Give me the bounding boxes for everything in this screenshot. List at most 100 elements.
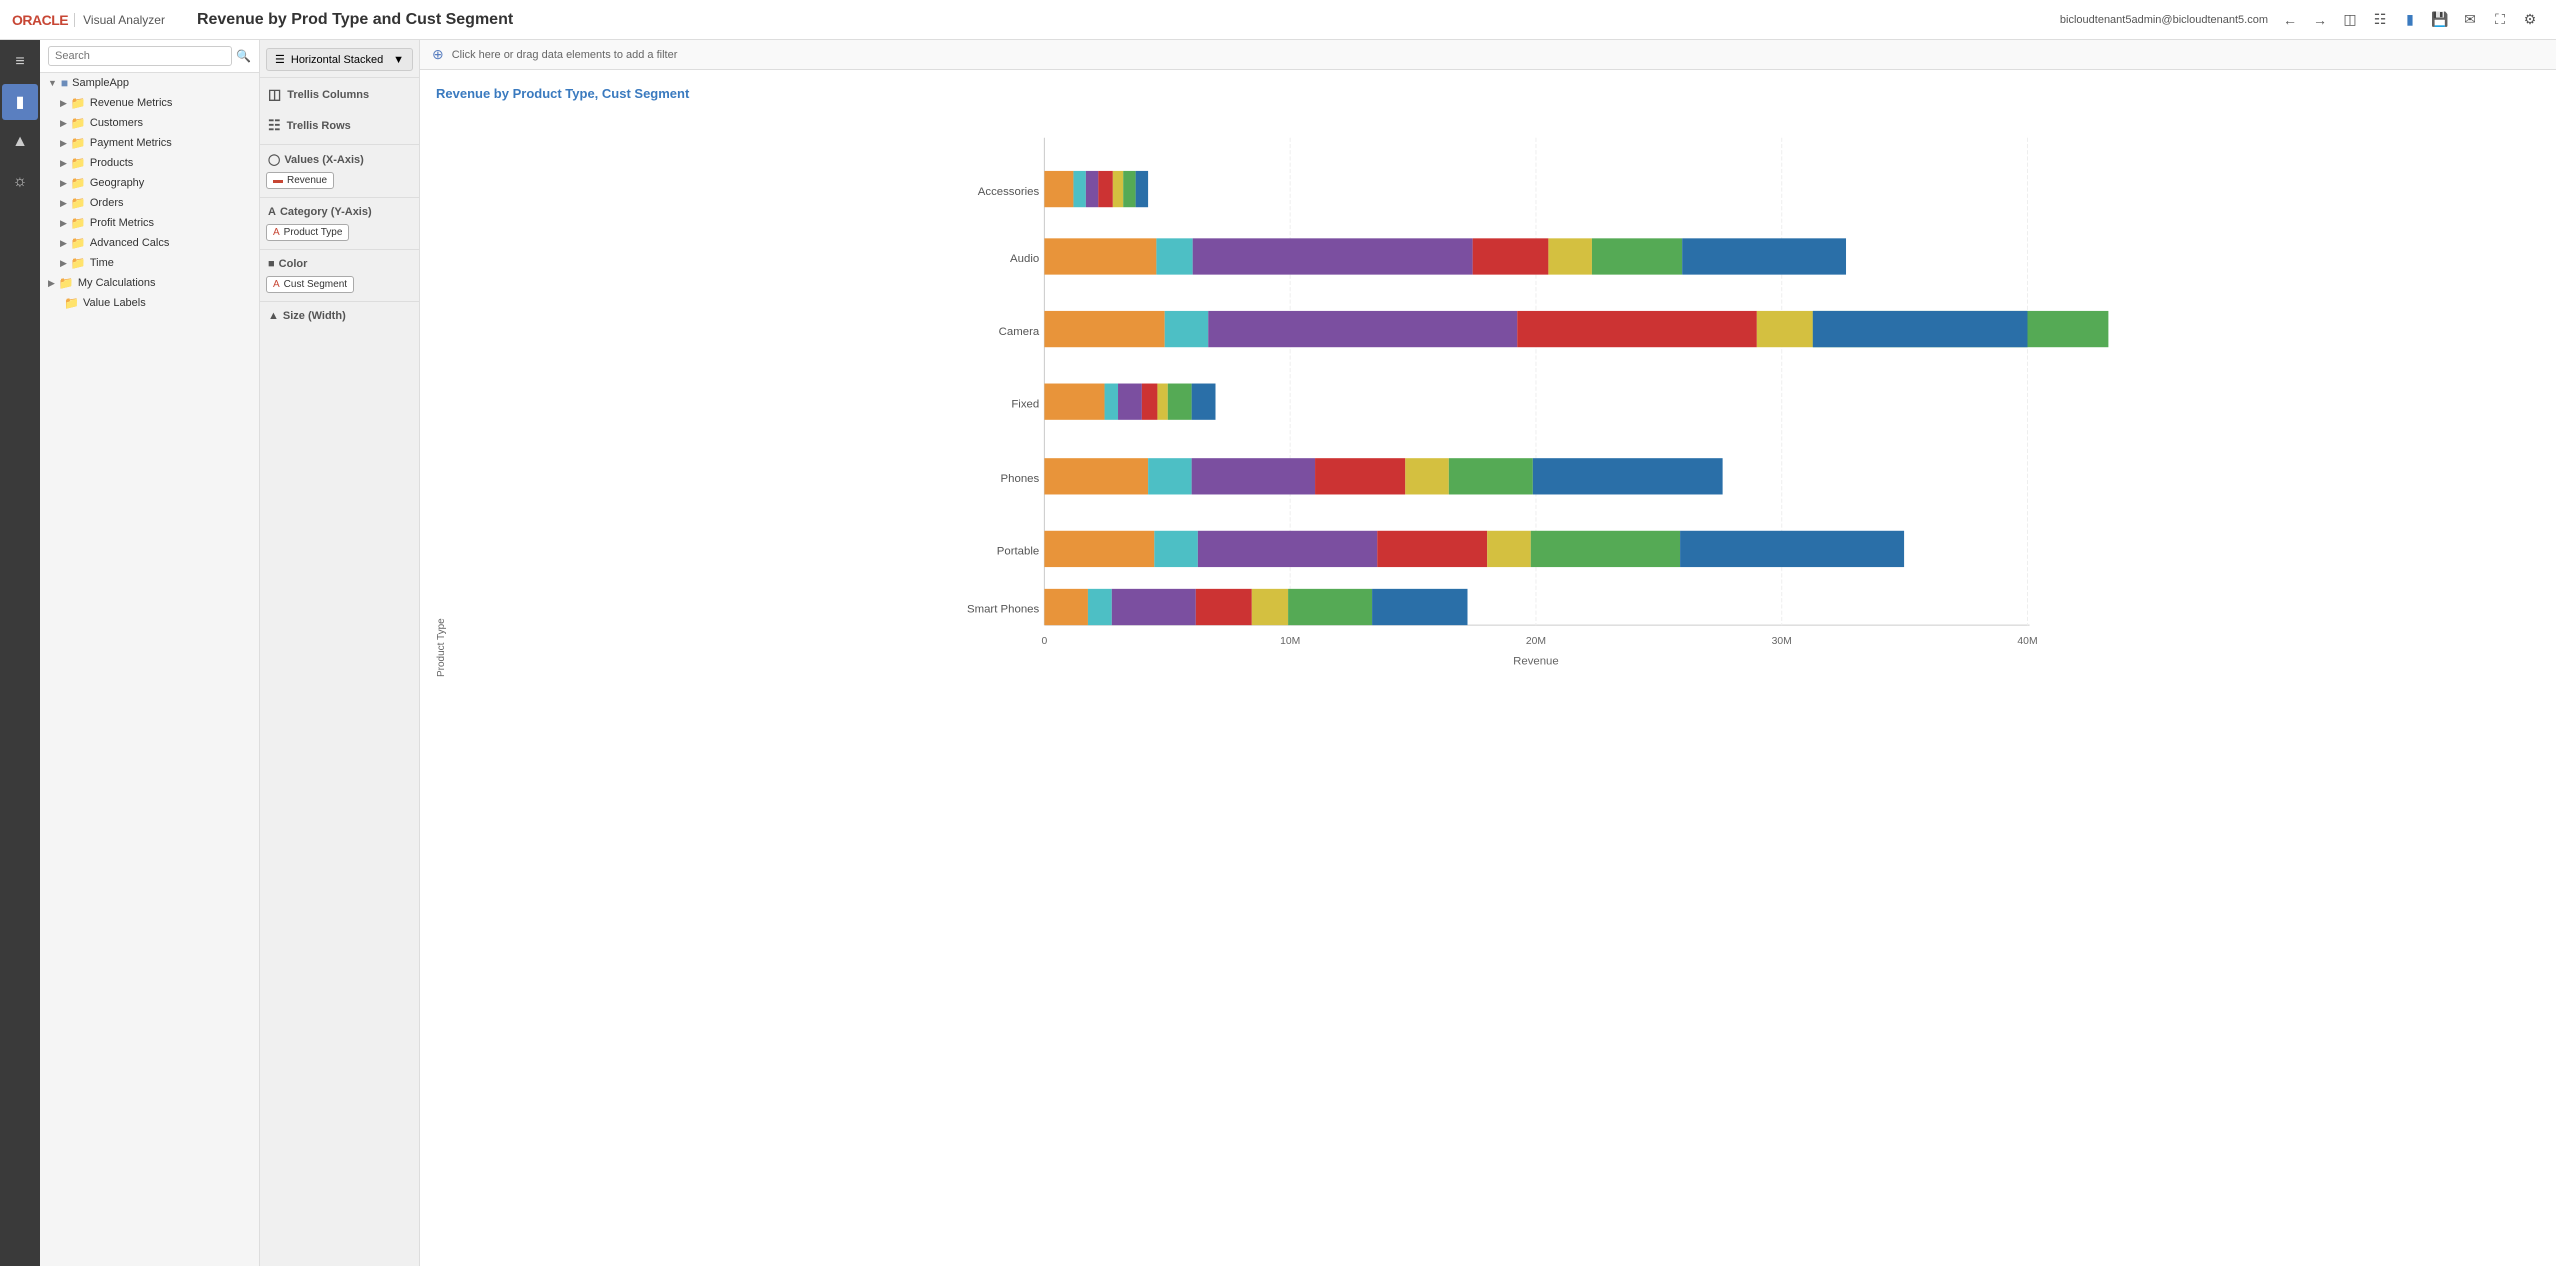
fullscreen-button[interactable]: ⛶ bbox=[2486, 6, 2514, 34]
folder-icon: 📁 bbox=[71, 176, 86, 190]
size-label: Size (Width) bbox=[283, 310, 346, 322]
arrow-icon: ▶ bbox=[60, 258, 67, 269]
page-title: Revenue by Prod Type and Cust Segment bbox=[181, 11, 2060, 29]
insights-icon-bar[interactable]: ☼ bbox=[2, 164, 38, 200]
chart-svg: Accessories Audio bbox=[451, 117, 2540, 677]
sidebar-item-orders[interactable]: ▶ 📁 Orders bbox=[40, 193, 259, 213]
arrow-icon: ▶ bbox=[60, 178, 67, 189]
folder-icon: 📁 bbox=[59, 276, 74, 290]
trellis-columns-label: Trellis Columns bbox=[287, 89, 369, 101]
trellis-rows-section: ☷ Trellis Rows bbox=[260, 113, 419, 138]
divider bbox=[260, 144, 419, 145]
sidebar-label: Products bbox=[90, 157, 133, 169]
chart-body: Product Type Accessories bbox=[436, 117, 2540, 677]
arrow-icon: ▶ bbox=[60, 238, 67, 249]
svg-text:Fixed: Fixed bbox=[1011, 398, 1039, 410]
save-button[interactable]: 💾 bbox=[2426, 6, 2454, 34]
sidebar-label: Profit Metrics bbox=[90, 217, 154, 229]
filter-icon: ⊕ bbox=[432, 46, 444, 63]
oracle-logo-text: ORACLE bbox=[12, 12, 68, 28]
settings-button[interactable]: ⚙ bbox=[2516, 6, 2544, 34]
root-arrow: ▼ bbox=[48, 78, 57, 88]
folder-icon: 📁 bbox=[71, 236, 86, 250]
sidebar-label: Geography bbox=[90, 177, 144, 189]
revenue-chip[interactable]: ▬ Revenue bbox=[266, 172, 334, 189]
sidebar-item-payment-metrics[interactable]: ▶ 📁 Payment Metrics bbox=[40, 133, 259, 153]
product-type-chip-label: Product Type bbox=[284, 227, 343, 238]
search-bar: 🔍 bbox=[40, 40, 259, 73]
data-panel: 🔍 ▼ ■ SampleApp ▶ 📁 Revenue Metrics ▶ 📁 … bbox=[40, 40, 260, 1266]
bar-chart-button[interactable]: ▮ bbox=[2396, 6, 2424, 34]
size-icon: ▲ bbox=[268, 310, 279, 322]
root-label: SampleApp bbox=[72, 77, 129, 89]
sidebar-item-advanced-calcs[interactable]: ▶ 📁 Advanced Calcs bbox=[40, 233, 259, 253]
search-input[interactable] bbox=[48, 46, 232, 66]
redo-button[interactable]: → bbox=[2306, 6, 2334, 34]
tree-root[interactable]: ▼ ■ SampleApp bbox=[40, 73, 259, 93]
values-section: ◯ Values (X-Axis) ▬ Revenue bbox=[260, 149, 419, 191]
chart-type-dropdown[interactable]: ☰ Horizontal Stacked ▼ bbox=[266, 48, 413, 71]
sidebar-item-products[interactable]: ▶ 📁 Products bbox=[40, 153, 259, 173]
size-header: ▲ Size (Width) bbox=[260, 306, 419, 326]
category-header: A Category (Y-Axis) bbox=[260, 202, 419, 222]
user-email: bicloudtenant5admin@bicloudtenant5.com bbox=[2060, 14, 2268, 26]
sidebar-item-profit-metrics[interactable]: ▶ 📁 Profit Metrics bbox=[40, 213, 259, 233]
sidebar-label: Customers bbox=[90, 117, 143, 129]
sidebar-item-revenue-metrics[interactable]: ▶ 📁 Revenue Metrics bbox=[40, 93, 259, 113]
values-header: ◯ Values (X-Axis) bbox=[260, 149, 419, 170]
trellis-rows-label: Trellis Rows bbox=[287, 120, 351, 132]
cust-segment-chip-icon: A bbox=[273, 279, 280, 290]
svg-text:Portable: Portable bbox=[997, 546, 1039, 558]
top-header: ORACLE Visual Analyzer Revenue by Prod T… bbox=[0, 0, 2556, 40]
svg-text:Camera: Camera bbox=[999, 326, 1040, 338]
sidebar-item-geography[interactable]: ▶ 📁 Geography bbox=[40, 173, 259, 193]
color-section: ■ Color A Cust Segment bbox=[260, 254, 419, 295]
product-type-chip[interactable]: A Product Type bbox=[266, 224, 349, 241]
chevron-down-icon: ▼ bbox=[393, 54, 404, 66]
sidebar-item-value-labels[interactable]: 📁 Value Labels bbox=[40, 293, 259, 313]
filter-bar[interactable]: ⊕ Click here or drag data elements to ad… bbox=[420, 40, 2556, 70]
arrow-icon: ▶ bbox=[60, 158, 67, 169]
folder-icon: 📁 bbox=[64, 296, 79, 310]
size-section: ▲ Size (Width) bbox=[260, 306, 419, 326]
search-icon: 🔍 bbox=[236, 49, 251, 63]
arrow-icon: ▶ bbox=[60, 138, 67, 149]
undo-button[interactable]: ← bbox=[2276, 6, 2304, 34]
color-label: Color bbox=[279, 258, 308, 270]
arrow-icon: ▶ bbox=[60, 218, 67, 229]
svg-text:30M: 30M bbox=[1772, 636, 1792, 647]
icon-bar: ≡ ▮ ▲ ☼ bbox=[0, 40, 40, 1266]
divider bbox=[260, 77, 419, 78]
divider bbox=[260, 249, 419, 250]
category-label: Category (Y-Axis) bbox=[280, 206, 372, 218]
chart-title: Revenue by Product Type, Cust Segment bbox=[436, 86, 2540, 101]
sidebar-label: Value Labels bbox=[83, 297, 146, 309]
category-icon: A bbox=[268, 206, 276, 218]
divider bbox=[260, 197, 419, 198]
trellis-columns-icon: ◫ bbox=[268, 86, 281, 103]
cust-segment-chip[interactable]: A Cust Segment bbox=[266, 276, 354, 293]
sidebar-label: Payment Metrics bbox=[90, 137, 172, 149]
sidebar-label: Revenue Metrics bbox=[90, 97, 173, 109]
product-type-chip-icon: A bbox=[273, 227, 280, 238]
sidebar-label: Advanced Calcs bbox=[90, 237, 170, 249]
chart-type-section: ☰ Horizontal Stacked ▼ bbox=[260, 48, 419, 71]
folder-icon: 📁 bbox=[71, 116, 86, 130]
sidebar-item-time[interactable]: ▶ 📁 Time bbox=[40, 253, 259, 273]
home-icon-bar[interactable]: ≡ bbox=[2, 44, 38, 80]
chart-icon-bar[interactable]: ▲ bbox=[2, 124, 38, 160]
sidebar-item-my-calculations[interactable]: ▶ 📁 My Calculations bbox=[40, 273, 259, 293]
share-button[interactable]: ✉ bbox=[2456, 6, 2484, 34]
revenue-chip-icon: ▬ bbox=[273, 175, 283, 186]
values-icon: ◯ bbox=[268, 153, 280, 166]
filter-bar-label: Click here or drag data elements to add … bbox=[452, 49, 678, 61]
revenue-chip-label: Revenue bbox=[287, 175, 327, 186]
sidebar-label: Orders bbox=[90, 197, 124, 209]
sidebar-item-customers[interactable]: ▶ 📁 Customers bbox=[40, 113, 259, 133]
chart-type-button[interactable]: ◫ bbox=[2336, 6, 2364, 34]
svg-text:Accessories: Accessories bbox=[978, 186, 1040, 198]
data-icon-bar[interactable]: ▮ bbox=[2, 84, 38, 120]
folder-icon: 📁 bbox=[71, 256, 86, 270]
y-axis-label: Product Type bbox=[436, 117, 447, 677]
table-view-button[interactable]: ☷ bbox=[2366, 6, 2394, 34]
